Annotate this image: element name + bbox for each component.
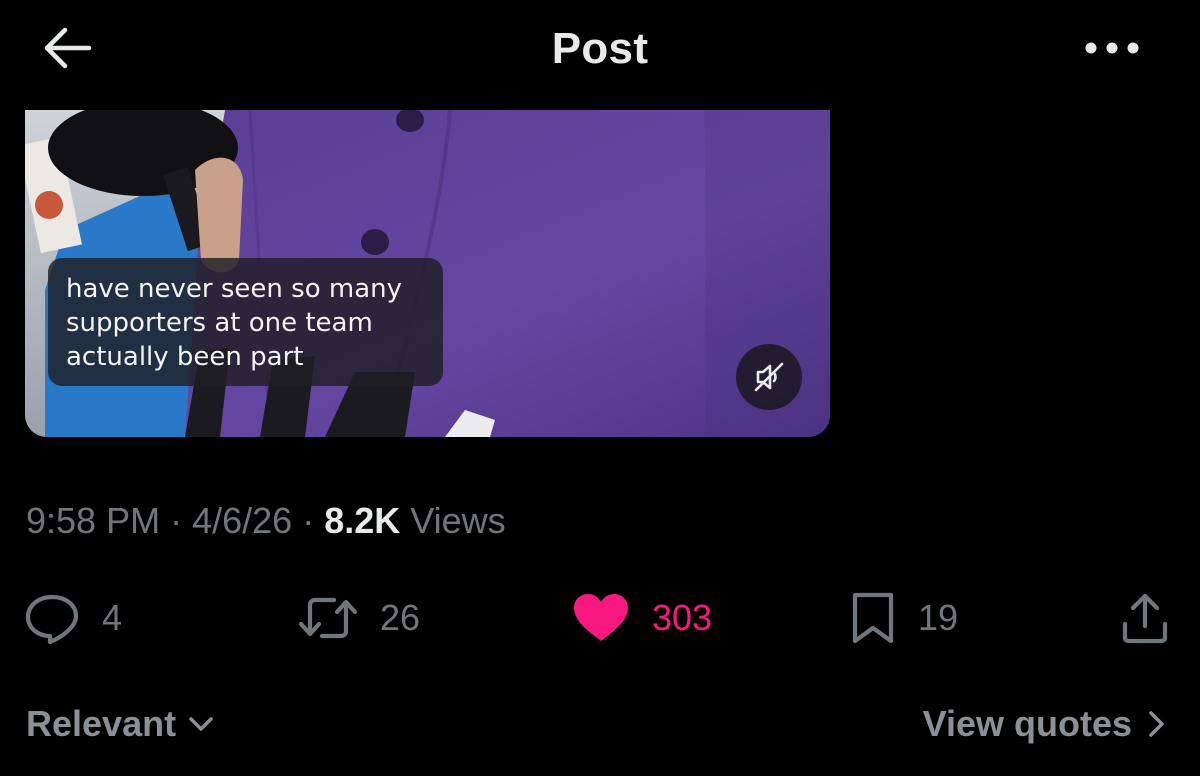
caption-line: actually been part <box>66 342 304 372</box>
like-count: 303 <box>652 597 713 638</box>
sort-replies-dropdown[interactable]: Relevant <box>26 703 216 745</box>
reply-icon <box>25 594 79 644</box>
bookmark-button[interactable]: 19 <box>850 588 958 648</box>
caption-line: have never seen so many <box>66 274 402 304</box>
meta-separator: · <box>170 500 183 541</box>
reply-count: 4 <box>102 597 123 638</box>
share-icon <box>1122 593 1168 644</box>
repost-icon <box>298 597 358 639</box>
sort-label: Relevant <box>26 703 177 744</box>
bookmark-count: 19 <box>918 597 959 638</box>
chevron-down-icon <box>189 717 213 731</box>
caption-line: supporters at one team <box>66 308 373 338</box>
action-bar: 4 26 303 19 <box>0 588 1200 648</box>
top-bar: Post <box>0 0 1200 100</box>
repost-count: 26 <box>380 597 421 638</box>
video-caption: have never seen so many supporters at on… <box>48 258 443 386</box>
meta-separator: · <box>302 500 315 541</box>
view-quotes-link[interactable]: View quotes <box>923 703 1168 745</box>
mute-toggle-button[interactable] <box>736 344 802 410</box>
post-time: 9:58 PM <box>26 500 161 541</box>
speaker-muted-icon <box>754 362 784 392</box>
heart-filled-icon <box>574 594 628 641</box>
video-player[interactable]: have never seen so many supporters at on… <box>25 110 830 437</box>
post-meta: 9:58 PM · 4/6/26 · 8.2K Views <box>26 500 506 542</box>
share-button[interactable] <box>1120 588 1170 648</box>
more-horizontal-icon <box>1085 42 1139 54</box>
chevron-right-icon <box>1149 711 1164 737</box>
view-quotes-label: View quotes <box>922 703 1132 744</box>
bookmark-icon <box>852 592 894 644</box>
post-date: 4/6/26 <box>192 500 293 541</box>
page-title: Post <box>551 24 649 73</box>
views-count: 8.2K <box>324 500 401 541</box>
views-label: Views <box>410 500 506 541</box>
like-button[interactable]: 303 <box>572 588 712 648</box>
reply-button[interactable]: 4 <box>24 588 122 648</box>
more-options-button[interactable] <box>1080 30 1144 66</box>
repost-button[interactable]: 26 <box>298 588 420 648</box>
